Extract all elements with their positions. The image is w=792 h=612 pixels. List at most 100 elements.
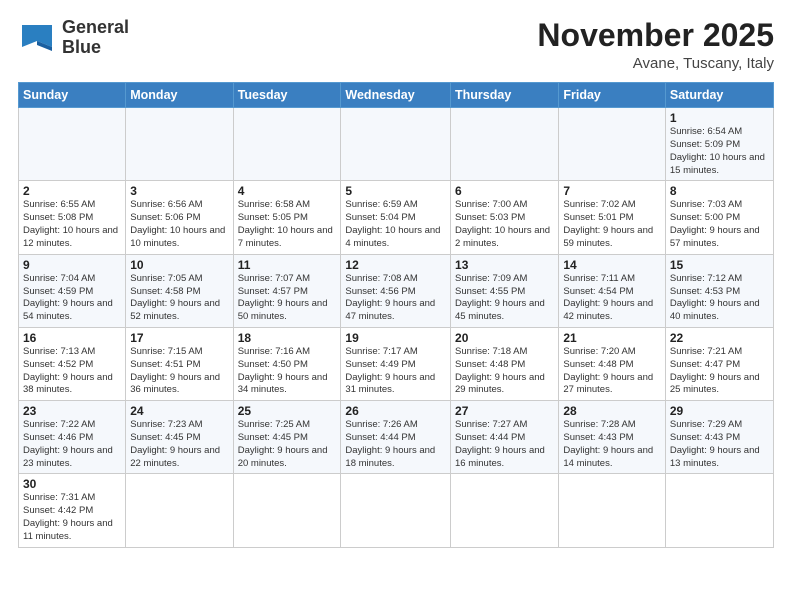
day-info: Sunrise: 7:05 AM Sunset: 4:58 PM Dayligh… <box>130 273 228 324</box>
day-number: 17 <box>130 331 228 345</box>
day-info: Sunrise: 6:58 AM Sunset: 5:05 PM Dayligh… <box>238 199 337 250</box>
weekday-header-sunday: Sunday <box>19 83 126 108</box>
day-number: 15 <box>670 258 769 272</box>
weekday-header-saturday: Saturday <box>665 83 773 108</box>
day-info: Sunrise: 7:31 AM Sunset: 4:42 PM Dayligh… <box>23 492 121 543</box>
calendar-week-3: 9Sunrise: 7:04 AM Sunset: 4:59 PM Daylig… <box>19 254 774 327</box>
day-info: Sunrise: 7:04 AM Sunset: 4:59 PM Dayligh… <box>23 273 121 324</box>
calendar-cell <box>233 108 341 181</box>
day-info: Sunrise: 7:22 AM Sunset: 4:46 PM Dayligh… <box>23 419 121 470</box>
day-info: Sunrise: 7:26 AM Sunset: 4:44 PM Dayligh… <box>345 419 446 470</box>
day-info: Sunrise: 6:54 AM Sunset: 5:09 PM Dayligh… <box>670 126 769 177</box>
calendar-cell: 10Sunrise: 7:05 AM Sunset: 4:58 PM Dayli… <box>126 254 233 327</box>
calendar-cell: 2Sunrise: 6:55 AM Sunset: 5:08 PM Daylig… <box>19 181 126 254</box>
calendar-cell <box>126 474 233 547</box>
calendar-cell: 16Sunrise: 7:13 AM Sunset: 4:52 PM Dayli… <box>19 327 126 400</box>
calendar-cell: 24Sunrise: 7:23 AM Sunset: 4:45 PM Dayli… <box>126 401 233 474</box>
day-number: 29 <box>670 404 769 418</box>
location: Avane, Tuscany, Italy <box>537 55 774 72</box>
day-info: Sunrise: 7:27 AM Sunset: 4:44 PM Dayligh… <box>455 419 554 470</box>
logo-text: General Blue <box>62 18 129 58</box>
day-info: Sunrise: 7:21 AM Sunset: 4:47 PM Dayligh… <box>670 346 769 397</box>
calendar-cell: 27Sunrise: 7:27 AM Sunset: 4:44 PM Dayli… <box>451 401 559 474</box>
calendar-week-5: 23Sunrise: 7:22 AM Sunset: 4:46 PM Dayli… <box>19 401 774 474</box>
day-number: 11 <box>238 258 337 272</box>
title-block: November 2025 Avane, Tuscany, Italy <box>537 18 774 72</box>
day-info: Sunrise: 7:07 AM Sunset: 4:57 PM Dayligh… <box>238 273 337 324</box>
day-number: 2 <box>23 184 121 198</box>
calendar-cell: 17Sunrise: 7:15 AM Sunset: 4:51 PM Dayli… <box>126 327 233 400</box>
day-info: Sunrise: 7:23 AM Sunset: 4:45 PM Dayligh… <box>130 419 228 470</box>
calendar-week-6: 30Sunrise: 7:31 AM Sunset: 4:42 PM Dayli… <box>19 474 774 547</box>
calendar-cell: 19Sunrise: 7:17 AM Sunset: 4:49 PM Dayli… <box>341 327 451 400</box>
calendar-cell: 20Sunrise: 7:18 AM Sunset: 4:48 PM Dayli… <box>451 327 559 400</box>
calendar: SundayMondayTuesdayWednesdayThursdayFrid… <box>18 82 774 548</box>
calendar-week-4: 16Sunrise: 7:13 AM Sunset: 4:52 PM Dayli… <box>19 327 774 400</box>
day-info: Sunrise: 7:18 AM Sunset: 4:48 PM Dayligh… <box>455 346 554 397</box>
calendar-cell <box>341 108 451 181</box>
day-number: 20 <box>455 331 554 345</box>
day-number: 9 <box>23 258 121 272</box>
day-number: 8 <box>670 184 769 198</box>
day-number: 26 <box>345 404 446 418</box>
day-info: Sunrise: 7:00 AM Sunset: 5:03 PM Dayligh… <box>455 199 554 250</box>
day-number: 24 <box>130 404 228 418</box>
day-number: 28 <box>563 404 661 418</box>
day-number: 22 <box>670 331 769 345</box>
calendar-week-2: 2Sunrise: 6:55 AM Sunset: 5:08 PM Daylig… <box>19 181 774 254</box>
day-info: Sunrise: 7:16 AM Sunset: 4:50 PM Dayligh… <box>238 346 337 397</box>
day-number: 16 <box>23 331 121 345</box>
day-number: 1 <box>670 111 769 125</box>
day-number: 25 <box>238 404 337 418</box>
calendar-cell <box>341 474 451 547</box>
weekday-header-wednesday: Wednesday <box>341 83 451 108</box>
calendar-cell: 6Sunrise: 7:00 AM Sunset: 5:03 PM Daylig… <box>451 181 559 254</box>
calendar-cell: 25Sunrise: 7:25 AM Sunset: 4:45 PM Dayli… <box>233 401 341 474</box>
day-number: 21 <box>563 331 661 345</box>
day-number: 3 <box>130 184 228 198</box>
calendar-cell: 22Sunrise: 7:21 AM Sunset: 4:47 PM Dayli… <box>665 327 773 400</box>
day-number: 18 <box>238 331 337 345</box>
month-title: November 2025 <box>537 18 774 53</box>
calendar-cell: 30Sunrise: 7:31 AM Sunset: 4:42 PM Dayli… <box>19 474 126 547</box>
day-info: Sunrise: 6:56 AM Sunset: 5:06 PM Dayligh… <box>130 199 228 250</box>
calendar-cell: 9Sunrise: 7:04 AM Sunset: 4:59 PM Daylig… <box>19 254 126 327</box>
day-number: 30 <box>23 477 121 491</box>
day-info: Sunrise: 7:25 AM Sunset: 4:45 PM Dayligh… <box>238 419 337 470</box>
day-info: Sunrise: 6:59 AM Sunset: 5:04 PM Dayligh… <box>345 199 446 250</box>
calendar-cell: 18Sunrise: 7:16 AM Sunset: 4:50 PM Dayli… <box>233 327 341 400</box>
calendar-week-1: 1Sunrise: 6:54 AM Sunset: 5:09 PM Daylig… <box>19 108 774 181</box>
day-number: 13 <box>455 258 554 272</box>
day-info: Sunrise: 7:29 AM Sunset: 4:43 PM Dayligh… <box>670 419 769 470</box>
weekday-header-monday: Monday <box>126 83 233 108</box>
logo-bold: Blue <box>62 37 101 57</box>
day-info: Sunrise: 7:09 AM Sunset: 4:55 PM Dayligh… <box>455 273 554 324</box>
logo: General Blue <box>18 18 129 58</box>
day-number: 6 <box>455 184 554 198</box>
day-info: Sunrise: 7:08 AM Sunset: 4:56 PM Dayligh… <box>345 273 446 324</box>
calendar-cell: 14Sunrise: 7:11 AM Sunset: 4:54 PM Dayli… <box>559 254 666 327</box>
day-info: Sunrise: 7:17 AM Sunset: 4:49 PM Dayligh… <box>345 346 446 397</box>
day-info: Sunrise: 7:20 AM Sunset: 4:48 PM Dayligh… <box>563 346 661 397</box>
calendar-cell: 13Sunrise: 7:09 AM Sunset: 4:55 PM Dayli… <box>451 254 559 327</box>
day-number: 23 <box>23 404 121 418</box>
day-number: 7 <box>563 184 661 198</box>
calendar-cell: 3Sunrise: 6:56 AM Sunset: 5:06 PM Daylig… <box>126 181 233 254</box>
day-number: 4 <box>238 184 337 198</box>
day-info: Sunrise: 7:11 AM Sunset: 4:54 PM Dayligh… <box>563 273 661 324</box>
calendar-cell <box>559 108 666 181</box>
day-number: 10 <box>130 258 228 272</box>
calendar-cell: 4Sunrise: 6:58 AM Sunset: 5:05 PM Daylig… <box>233 181 341 254</box>
calendar-cell: 26Sunrise: 7:26 AM Sunset: 4:44 PM Dayli… <box>341 401 451 474</box>
page: General Blue November 2025 Avane, Tuscan… <box>0 0 792 612</box>
calendar-cell <box>559 474 666 547</box>
calendar-cell <box>233 474 341 547</box>
weekday-header-row: SundayMondayTuesdayWednesdayThursdayFrid… <box>19 83 774 108</box>
weekday-header-friday: Friday <box>559 83 666 108</box>
day-info: Sunrise: 7:03 AM Sunset: 5:00 PM Dayligh… <box>670 199 769 250</box>
day-info: Sunrise: 7:28 AM Sunset: 4:43 PM Dayligh… <box>563 419 661 470</box>
calendar-cell <box>451 108 559 181</box>
day-info: Sunrise: 7:02 AM Sunset: 5:01 PM Dayligh… <box>563 199 661 250</box>
calendar-cell: 8Sunrise: 7:03 AM Sunset: 5:00 PM Daylig… <box>665 181 773 254</box>
day-number: 12 <box>345 258 446 272</box>
